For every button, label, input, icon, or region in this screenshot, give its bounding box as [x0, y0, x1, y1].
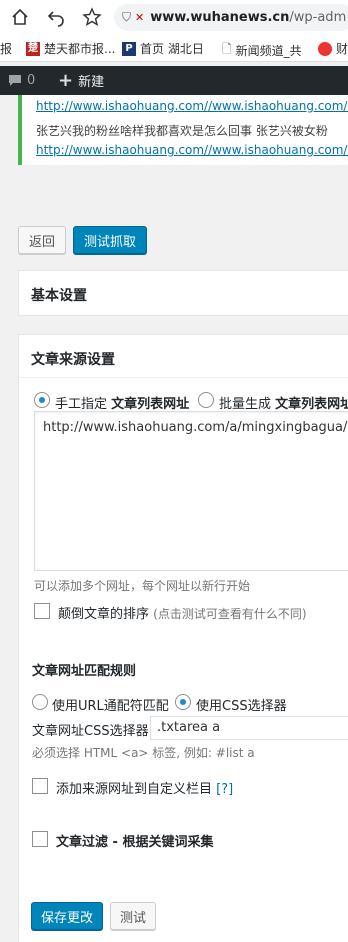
radio-batch-label: 批量生成 文章列表网址: [219, 397, 348, 412]
home-icon[interactable]: [8, 5, 32, 29]
divider: [19, 377, 348, 378]
url-host: www.wuhanews.cn: [150, 10, 290, 25]
insecure-icon: ✕: [135, 11, 145, 24]
result-title: 张艺兴我的粉丝啥样我都喜欢是怎么回事 张艺兴被女粉: [36, 124, 328, 138]
star-icon[interactable]: [80, 5, 104, 29]
url-field[interactable]: ⛉ ✕ www.wuhanews.cn/wp-adm: [114, 4, 348, 31]
reverse-order-checkbox[interactable]: [34, 603, 50, 619]
bookmark-item[interactable]: P 首页 湖北日: [122, 40, 204, 57]
bookmark-item[interactable]: 财: [318, 40, 348, 57]
new-label: 新建: [78, 75, 105, 90]
radio-css-selector[interactable]: [175, 694, 191, 710]
back-button[interactable]: 返回: [18, 226, 66, 254]
result-link[interactable]: http://www.ishaohuang.com//www.ishaohuan…: [36, 143, 348, 157]
match-rule-title: 文章网址匹配规则: [32, 664, 137, 679]
back-icon[interactable]: [44, 5, 68, 29]
add-source-checkbox[interactable]: [32, 778, 48, 794]
test-result-notice: http://www.ishaohuang.com//www.ishaohuan…: [18, 95, 348, 165]
wp-admin-bar: 0 + 新建: [0, 66, 348, 95]
filter-checkbox[interactable]: [32, 831, 48, 847]
p-favicon: P: [122, 41, 136, 56]
bookmark-label: 财: [336, 42, 348, 56]
chutian-favicon: 楚: [26, 41, 40, 56]
radio-batch[interactable]: [198, 392, 214, 408]
bookmark-label: 首页 湖北日: [140, 42, 204, 56]
basic-settings-box: 基本设置: [18, 270, 348, 316]
browser-address-bar: ⛉ ✕ www.wuhanews.cn/wp-adm: [0, 0, 348, 34]
comments-menu[interactable]: 0: [8, 66, 35, 95]
new-content-menu[interactable]: + 新建: [58, 66, 104, 95]
comments-count: 0: [27, 73, 36, 88]
basic-settings-title[interactable]: 基本设置: [31, 285, 87, 305]
help-link[interactable]: [?]: [216, 782, 233, 797]
radio-url-wildcard-label: 使用URL通配符匹配: [52, 699, 169, 714]
bookmark-item[interactable]: 楚 楚天都市报...: [26, 40, 115, 57]
plus-icon: +: [58, 70, 74, 91]
comment-bubble-icon: [9, 74, 21, 86]
save-changes-button[interactable]: 保存更改: [31, 902, 103, 930]
bookmark-label: 报: [0, 42, 13, 56]
radio-url-wildcard[interactable]: [32, 694, 48, 710]
bookmark-label: 楚天都市报...: [44, 42, 116, 56]
css-selector-label: 文章网址CSS选择器:: [32, 724, 153, 739]
radio-manual[interactable]: [34, 392, 50, 408]
source-urls-textarea[interactable]: http://www.ishaohuang.com/a/mingxingbagu…: [34, 411, 348, 571]
test-button[interactable]: 测试: [110, 902, 156, 930]
bookmark-item[interactable]: 报: [0, 40, 12, 57]
css-selector-hint: 必须选择 HTML <a> 标签, 例如: #list a: [32, 746, 255, 760]
test-fetch-button[interactable]: 测试抓取: [73, 226, 147, 254]
page-icon: 🗋: [222, 42, 232, 56]
url-path: /wp-adm: [289, 10, 347, 25]
urls-hint: 可以添加多个网址，每个网址以新行开始: [34, 579, 251, 593]
radio-manual-label: 手工指定 文章列表网址: [55, 397, 190, 412]
source-settings-title[interactable]: 文章来源设置: [31, 349, 115, 369]
reverse-order-label: 颠倒文章的排序 (点击测试可查看有什么不同): [58, 607, 307, 622]
bookmarks-bar: 报 楚 楚天都市报... P 首页 湖北日 🗋 新闻频道_共 财: [0, 34, 348, 62]
bookmark-item[interactable]: 🗋 新闻频道_共: [222, 40, 302, 61]
css-selector-input[interactable]: .txtarea a: [150, 716, 348, 740]
filter-label: 文章过滤 - 根据关键词采集: [56, 835, 214, 850]
security-shield-icon: ⛉: [122, 10, 132, 24]
chrome-favicon: [318, 41, 332, 56]
result-link[interactable]: http://www.ishaohuang.com//www.ishaohuan…: [36, 99, 348, 113]
bookmark-label: 新闻频道_共: [235, 44, 302, 58]
radio-css-selector-label: 使用CSS选择器: [196, 699, 287, 714]
add-source-label: 添加来源网址到自定义栏目 [?]: [56, 782, 234, 797]
